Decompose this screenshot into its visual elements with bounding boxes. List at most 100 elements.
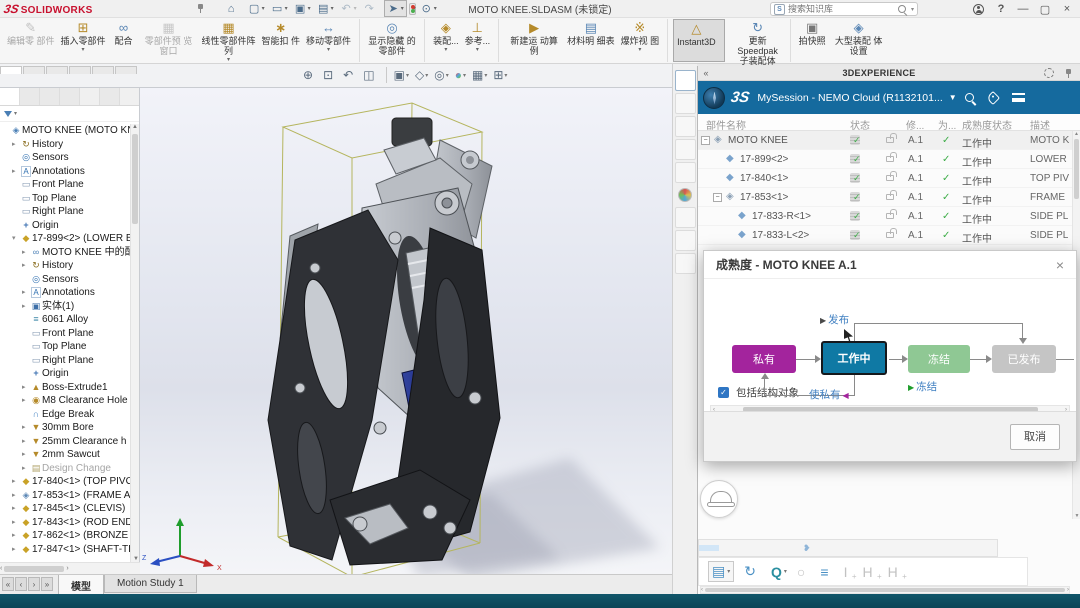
new-document-icon[interactable]: ▢ ▾	[246, 1, 267, 16]
structure-list-button[interactable]: ≡ ▾	[820, 564, 833, 580]
search-dropdown-icon[interactable]: ▾	[911, 6, 914, 13]
ribbon-button[interactable]: 零部件预 览窗口 ▾	[139, 19, 199, 62]
state-private[interactable]: 私有	[732, 345, 796, 373]
ribbon-button[interactable]: 插入零部件 ▾	[58, 19, 109, 62]
tree-item[interactable]: ▸ Design Change	[0, 462, 130, 476]
explore-search-button[interactable]: Q ▾	[771, 564, 787, 580]
command-tab[interactable]	[23, 66, 45, 74]
account-icon[interactable]	[973, 4, 984, 15]
17-853<1>[interactable]: − 17-853<1> A.1 ✓ 工作中 FRAME	[698, 188, 1080, 207]
tree-item[interactable]: Origin	[0, 367, 130, 381]
zoom-fit-icon[interactable]: ⊕ ▾	[300, 67, 320, 83]
panel-gear-icon[interactable]	[1044, 68, 1054, 78]
tree-horizontal-scrollbar[interactable]: ‹›	[0, 562, 140, 574]
view-orientation-icon[interactable]: ▣ ▾	[386, 67, 412, 83]
assistant-helmet-avatar[interactable]	[700, 480, 738, 518]
ribbon-button[interactable]: 新建运 动算例 ▾	[504, 19, 564, 62]
ribbon-button[interactable]: 拍快照 ▾	[796, 19, 829, 62]
tree-item[interactable]: ▸ History	[0, 138, 130, 152]
tree-item[interactable]: ▸ Annotations	[0, 165, 130, 179]
save-icon[interactable]: ▣ ▾	[292, 1, 313, 16]
view-settings-icon[interactable]: ⊞ ▾	[490, 67, 510, 83]
panel-tab[interactable]	[739, 545, 759, 551]
home-icon[interactable]: ⌂ ▾	[223, 2, 244, 16]
refresh-from-platform-button[interactable]: ↻ ▾	[744, 563, 761, 580]
expand-arrow-icon[interactable]: ▸	[22, 435, 30, 449]
tree-item[interactable]: ▸ 17-845<1> (CLEVIS)	[0, 502, 130, 516]
design-library-tab[interactable]	[675, 116, 696, 137]
expand-arrow-icon[interactable]: ▸	[12, 516, 20, 530]
expand-arrow-icon[interactable]: ▸	[22, 246, 30, 260]
freeze-action[interactable]: ▶冻结	[908, 379, 937, 394]
hide-show-items-icon[interactable]: ◎ ▾	[431, 67, 452, 83]
ribbon-button[interactable]: 配合 ▾	[109, 19, 139, 62]
ribbon-button[interactable]: 更新 Speedpak 子装配体 ▾	[731, 19, 791, 62]
menu-item[interactable]	[107, 7, 121, 11]
expand-arrow-icon[interactable]: ▸	[12, 543, 20, 557]
display-style-icon[interactable]: ◇ ▾	[412, 67, 431, 83]
new-structure-button[interactable]: H ▾	[862, 564, 877, 580]
expand-arrow-icon[interactable]: ▸	[22, 421, 30, 435]
expand-arrow-icon[interactable]: ▸	[22, 448, 30, 462]
filter-dropdown-icon[interactable]: ▾	[14, 110, 17, 117]
edit-appearance-icon[interactable]: ● ▾	[452, 67, 469, 83]
expand-arrow-icon[interactable]: ▸	[12, 502, 20, 516]
command-tab[interactable]	[115, 66, 137, 74]
expand-arrow-icon[interactable]: ▸	[22, 394, 30, 408]
ribbon-button[interactable]: 显示隐藏 的零部件 ▾	[365, 19, 425, 62]
tree-item[interactable]: ▸ Annotations	[0, 286, 130, 300]
expand-arrow-icon[interactable]: ▸	[22, 300, 30, 314]
tab-motion-study[interactable]: Motion Study 1	[104, 575, 197, 593]
include-structure-option[interactable]: ✓ 包括结构对象	[704, 383, 1076, 401]
replace-structure-button[interactable]: H ▾	[888, 564, 903, 580]
make-private-action[interactable]: 使私有◀	[809, 387, 851, 402]
close-app-icon[interactable]: ×	[1056, 3, 1078, 15]
tree-item[interactable]: MOTO KNEE (MOTO KNE	[0, 124, 130, 138]
graphics-viewport[interactable]: X Z	[140, 88, 672, 574]
solidworks-resources-tab[interactable]	[675, 93, 696, 114]
tree-item[interactable]: ▸ 2mm Sawcut	[0, 448, 130, 462]
tree-item[interactable]: Right Plane	[0, 354, 130, 368]
session-title[interactable]: MySession - NEMO Cloud (R1132101...	[757, 92, 942, 104]
menu-item[interactable]	[135, 7, 149, 11]
panel-pin-icon[interactable]	[1065, 69, 1074, 78]
ribbon-button[interactable]: 线性零部件阵列 ▾	[199, 19, 259, 62]
ribbon-button[interactable]: 移动零部件 ▾	[303, 19, 360, 62]
custom-properties-tab[interactable]	[675, 207, 696, 228]
displaymanager-tab[interactable]	[80, 88, 100, 105]
tree-item[interactable]: Sensors	[0, 151, 130, 165]
expand-arrow-icon[interactable]: ▸	[22, 259, 30, 273]
tree-item[interactable]: ▾ 17-899<2> (LOWER B	[0, 232, 130, 246]
command-tab[interactable]	[0, 66, 22, 74]
tree-item[interactable]: Edge Break	[0, 408, 130, 422]
tabs-chevron-icon[interactable]: ❥	[803, 543, 811, 554]
threedexperience-compass-icon[interactable]	[703, 87, 725, 109]
pdm-vault-tab[interactable]	[675, 230, 696, 251]
tree-item[interactable]: Front Plane	[0, 327, 130, 341]
tree-item[interactable]: ▸ 25mm Clearance h	[0, 435, 130, 449]
file-explorer-tab[interactable]	[675, 139, 696, 160]
17-840<1>[interactable]: − 17-840<1> A.1 ✓ 工作中 TOP PIV	[698, 169, 1080, 188]
tree-item[interactable]: Top Plane	[0, 340, 130, 354]
cancel-button[interactable]: 取消	[1010, 424, 1060, 450]
panel-search-icon[interactable]	[965, 93, 974, 102]
command-tab[interactable]	[46, 66, 68, 74]
MOTO KNEE[interactable]: − MOTO KNEE A.1 ✓ 工作中 MOTO K	[698, 131, 1080, 150]
expand-arrow-icon[interactable]: ▸	[22, 462, 30, 476]
ribbon-button[interactable]: 大型装配 体设置 ▾	[829, 19, 889, 62]
collapse-panel-icon[interactable]: «	[698, 68, 714, 78]
command-tab[interactable]	[69, 66, 91, 74]
panel-tab[interactable]	[719, 545, 739, 551]
tree-item[interactable]: Top Plane	[0, 192, 130, 206]
tree-item[interactable]: ▸ 17-847<1> (SHAFT-TI	[0, 543, 130, 557]
section-view-icon[interactable]: ◫ ▾	[360, 67, 381, 83]
appearances-scenes-tab[interactable]	[678, 188, 692, 202]
redo-icon[interactable]: ↷ ▾	[361, 1, 382, 16]
panel-horizontal-scrollbar[interactable]: ‹›	[700, 586, 1070, 594]
panel-tab[interactable]	[699, 545, 719, 551]
state-frozen[interactable]: 冻结	[908, 345, 970, 373]
view-palette-tab[interactable]	[675, 162, 696, 183]
ribbon-button[interactable]: 装配... ▾	[430, 19, 462, 62]
menu-item[interactable]	[163, 7, 177, 11]
17-899<2>[interactable]: − 17-899<2> A.1 ✓ 工作中 LOWER	[698, 150, 1080, 169]
